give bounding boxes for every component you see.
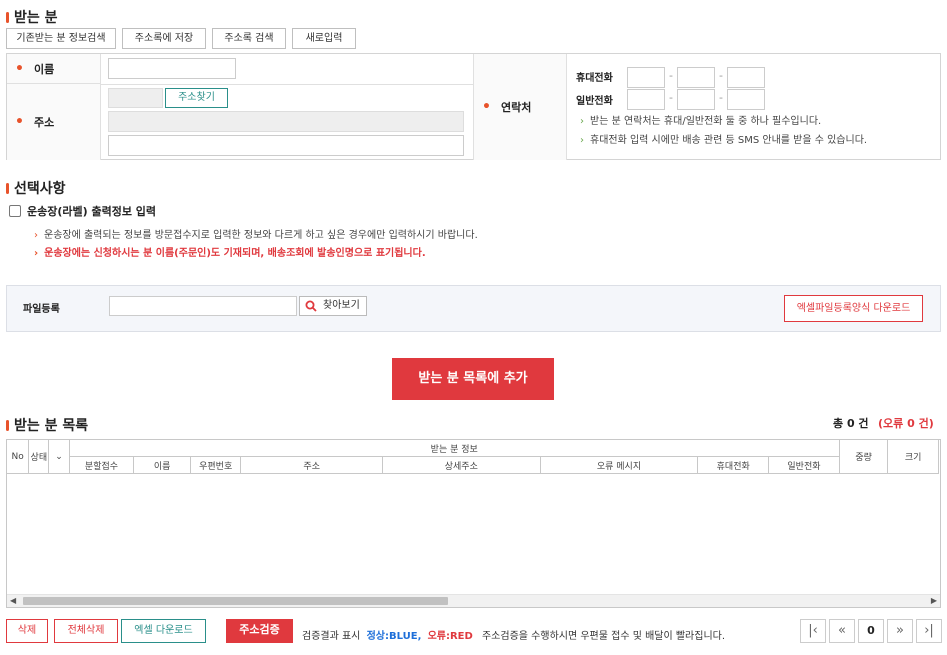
scroll-left-icon[interactable]: ◀ <box>10 596 16 605</box>
col-weight: 중량 <box>838 440 889 474</box>
excel-download-button[interactable]: 엑셀 다운로드 <box>121 619 206 643</box>
address-input[interactable] <box>108 111 464 132</box>
file-upload-panel: 파일등록 찾아보기 엑셀파일등록양식 다운로드 <box>6 285 941 332</box>
col-no: No <box>7 440 30 474</box>
excel-template-download-button[interactable]: 엑셀파일등록양식 다운로드 <box>784 295 923 322</box>
first-page-button[interactable]: |‹ <box>800 619 826 643</box>
find-file-button[interactable]: 찾아보기 <box>299 296 367 316</box>
col-size: 크기 <box>887 440 939 474</box>
recipient-section-title: 받는 분 <box>6 7 58 27</box>
col-status: 상태 <box>28 440 50 474</box>
row-divider <box>101 84 473 85</box>
section-bullet <box>6 419 9 431</box>
save-to-addressbook-button[interactable]: 주소록에 저장 <box>122 28 206 49</box>
col-name: 이름 <box>133 456 191 474</box>
scroll-right-icon[interactable]: ▶ <box>931 596 937 605</box>
delete-all-button[interactable]: 전체삭제 <box>54 619 118 643</box>
recipient-form: • 이름 • 주소 주소찾기 • 연락처 휴대전화 - - 일반전화 - - › 받는 … <box>6 53 941 160</box>
mobile-input-3[interactable] <box>727 67 765 88</box>
new-input-button[interactable]: 새로입력 <box>292 28 356 49</box>
name-input[interactable] <box>108 58 236 79</box>
options-note-2: › 운송장에는 신청하시는 분 이름(주문인)도 기재되며, 배송조회에 발송인명… <box>34 248 426 259</box>
col-toggle[interactable]: ⌄ <box>48 440 70 474</box>
dash: - <box>669 91 673 104</box>
page-number[interactable]: 0 <box>858 619 884 643</box>
search-addressbook-button[interactable]: 주소록 검색 <box>212 28 286 49</box>
col-split: 분할접수 <box>68 456 135 474</box>
error-count: (오류 0 건) <box>878 417 934 430</box>
dash: - <box>719 69 723 82</box>
options-section-title: 선택사항 <box>6 178 66 198</box>
col-recipient-info: 받는 분 정보 <box>68 440 840 457</box>
total-count: 총 0 건 <box>833 417 869 430</box>
name-label-cell: • 이름 <box>7 54 101 84</box>
verify-address-button[interactable]: 주소검증 <box>226 619 293 643</box>
dash: - <box>669 69 673 82</box>
contact-hint-1: › 받는 분 연락처는 휴대/일반전화 둘 중 하나 필수입니다. <box>580 116 822 127</box>
add-to-list-button[interactable]: 받는 분 목록에 추가 <box>392 358 554 400</box>
first-page-icon: |‹ <box>808 623 818 638</box>
prev-page-icon: « <box>838 623 846 638</box>
horizontal-scrollbar[interactable]: ◀ ▶ <box>7 594 940 607</box>
col-phone: 일반전화 <box>768 456 840 474</box>
mobile-label: 휴대전화 <box>576 73 613 84</box>
contact-label-cell: • 연락처 <box>473 54 567 160</box>
file-path-input[interactable] <box>109 296 297 316</box>
col-error-message: 오류 메시지 <box>539 456 699 474</box>
phone-input-3[interactable] <box>727 89 765 110</box>
phone-input-2[interactable] <box>677 89 715 110</box>
list-section-title: 받는 분 목록 <box>6 415 88 435</box>
dash: - <box>719 91 723 104</box>
error-legend: 오류:RED <box>427 631 473 642</box>
file-label: 파일등록 <box>23 304 60 315</box>
last-page-button[interactable]: ›| <box>916 619 942 643</box>
last-page-icon: ›| <box>924 623 934 638</box>
mobile-input-1[interactable] <box>627 67 665 88</box>
label-info-checkbox-row[interactable]: 운송장(라벨) 출력정보 입력 <box>9 203 156 219</box>
address-search-button[interactable]: 주소찾기 <box>165 88 228 108</box>
phone-label: 일반전화 <box>576 96 613 107</box>
search-existing-recipient-button[interactable]: 기존받는 분 정보검색 <box>6 28 116 49</box>
detail-address-input[interactable] <box>108 135 464 156</box>
normal-legend: 정상:BLUE, <box>366 631 422 642</box>
label-info-checkbox[interactable] <box>9 205 21 217</box>
next-page-icon: » <box>896 623 904 638</box>
options-note-1: › 운송장에 출력되는 정보를 방문접수지로 입력한 정보와 다르게 하고 싶은 … <box>34 230 478 241</box>
mobile-input-2[interactable] <box>677 67 715 88</box>
verify-result-legend: 검증결과 표시 정상:BLUE, 오류:RED 주소검증을 수행하시면 우편물 … <box>302 631 726 642</box>
grid-header: No 상태 ⌄ 받는 분 정보 중량 크기 분할접수 이름 우편번호 주소 상세… <box>7 440 939 474</box>
section-bullet <box>6 182 9 194</box>
col-mobile: 휴대전화 <box>697 456 770 474</box>
chevron-down-icon[interactable]: ⌄ <box>55 452 63 462</box>
contact-hint-2: › 휴대전화 입력 시에만 배송 관련 등 SMS 안내를 받을 수 있습니다. <box>580 135 868 146</box>
col-address: 주소 <box>240 456 383 474</box>
col-zip: 우편번호 <box>189 456 242 474</box>
address-label-cell: • 주소 <box>7 84 101 160</box>
section-bullet <box>6 11 9 23</box>
prev-page-button[interactable]: « <box>829 619 855 643</box>
scrollbar-thumb[interactable] <box>23 597 448 605</box>
zipcode-input[interactable] <box>108 88 163 108</box>
delete-button[interactable]: 삭제 <box>6 619 48 643</box>
col-detail-address: 상세주소 <box>381 456 541 474</box>
next-page-button[interactable]: » <box>887 619 913 643</box>
search-icon <box>305 300 317 312</box>
phone-input-1[interactable] <box>627 89 665 110</box>
recipient-list-grid: No 상태 ⌄ 받는 분 정보 중량 크기 분할접수 이름 우편번호 주소 상세… <box>6 439 941 608</box>
